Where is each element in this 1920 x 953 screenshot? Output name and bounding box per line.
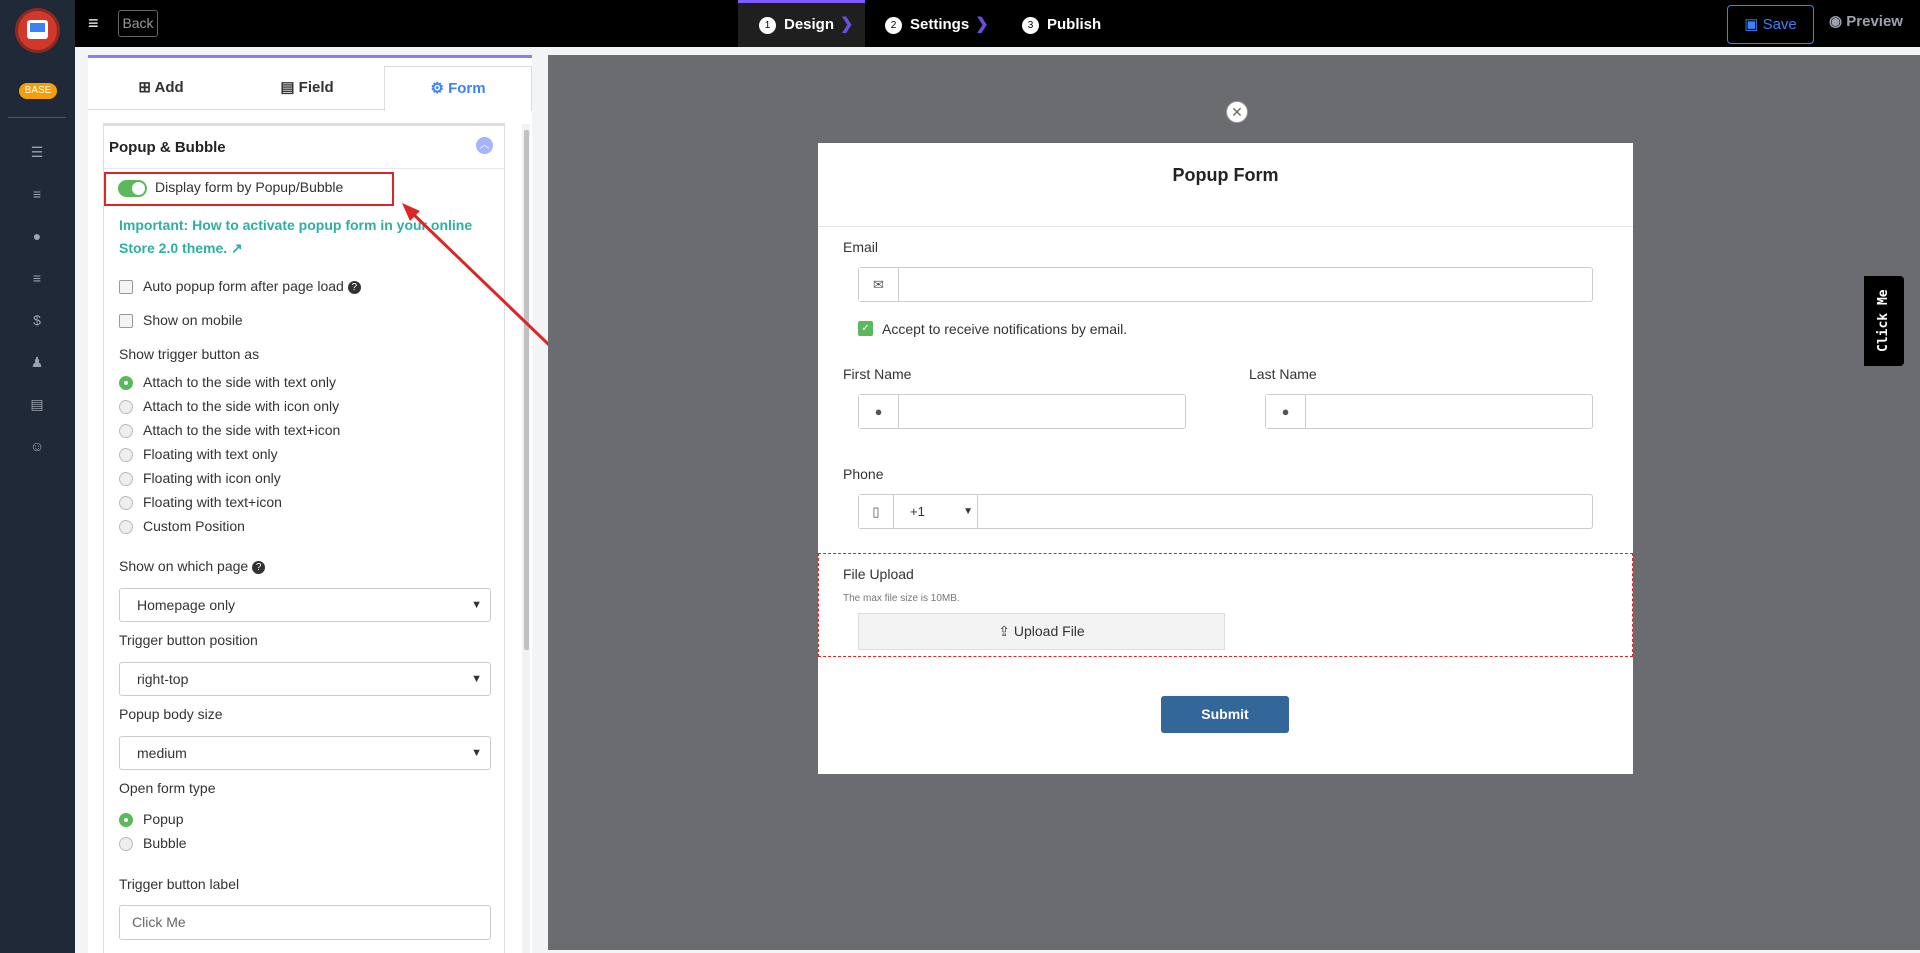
email-field[interactable]: ✉ [858, 267, 1593, 302]
last-name-label: Last Name [1249, 366, 1317, 382]
first-name-label: First Name [843, 366, 912, 382]
upload-label: Upload File [1013, 623, 1085, 639]
accept-checkbox[interactable]: ✓ [858, 321, 873, 336]
upload-file-button[interactable]: ⇪ Upload File [858, 613, 1225, 650]
file-hint: The max file size is 10MB. [843, 593, 960, 604]
first-name-field[interactable]: ● [858, 394, 1186, 429]
user-icon: ● [1266, 395, 1306, 428]
form-title: Popup Form [1172, 165, 1279, 185]
last-name-field[interactable]: ● [1265, 394, 1593, 429]
close-icon[interactable]: ✕ [1226, 101, 1248, 123]
submit-button[interactable]: Submit [1161, 696, 1289, 733]
country-code-value: +1 [910, 504, 925, 519]
chevron-down-icon: ▼ [963, 506, 973, 517]
email-label: Email [843, 239, 879, 255]
country-code-select[interactable]: +1 ▼ [894, 495, 978, 528]
trigger-tab-button[interactable]: Click Me [1864, 276, 1904, 366]
popup-form: Popup Form Email ✉ ✓ Accept to receive n… [818, 143, 1633, 774]
upload-icon: ⇪ [998, 623, 1014, 639]
phone-field[interactable]: ▯ +1 ▼ [858, 494, 1593, 529]
accept-label: Accept to receive notifications by email… [882, 321, 1128, 337]
envelope-icon: ✉ [859, 268, 899, 301]
phone-label: Phone [843, 466, 884, 482]
form-divider [818, 226, 1633, 227]
user-icon: ● [859, 395, 899, 428]
mobile-icon: ▯ [859, 495, 894, 528]
file-upload-label: File Upload [843, 566, 914, 582]
